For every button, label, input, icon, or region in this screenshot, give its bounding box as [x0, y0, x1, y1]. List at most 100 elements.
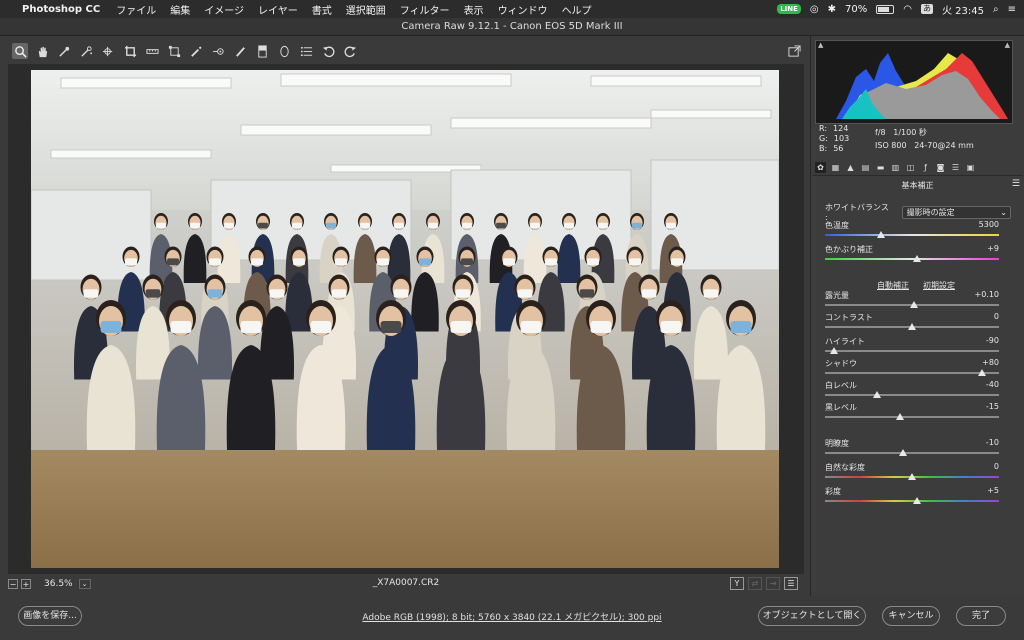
tab-presets-icon[interactable]: ☰	[950, 162, 961, 173]
radial-filter-icon[interactable]	[276, 43, 292, 59]
battery-percent[interactable]: 70%	[845, 4, 867, 15]
tab-snapshots-icon[interactable]: ▣	[965, 162, 976, 173]
slider-shadows[interactable]: シャドウ +80	[825, 358, 1011, 378]
slider-track-temp[interactable]	[825, 234, 999, 236]
swap-settings-icon[interactable]: ⇄	[748, 577, 762, 590]
shadow-clip-warning-icon[interactable]: ▲	[818, 41, 823, 49]
red-eye-tool-icon[interactable]	[210, 43, 226, 59]
slider-value-highlights[interactable]: -90	[986, 336, 999, 345]
clock[interactable]: 火 23:45	[942, 2, 984, 17]
slider-thumb-tint[interactable]	[913, 255, 922, 262]
slider-saturation[interactable]: 彩度 +5	[825, 486, 1011, 506]
app-menu[interactable]: Photoshop CC	[22, 4, 100, 15]
rotate-left-icon[interactable]	[320, 43, 336, 59]
spot-removal-tool-icon[interactable]	[188, 43, 204, 59]
targeted-adjustment-tool-icon[interactable]	[100, 43, 116, 59]
slider-thumb-blacks[interactable]	[895, 413, 904, 420]
rotate-right-icon[interactable]	[342, 43, 358, 59]
preferences-list-icon[interactable]	[298, 43, 314, 59]
slider-vibrance[interactable]: 自然な彩度 0	[825, 462, 1011, 482]
slider-track-highlights[interactable]	[825, 350, 999, 352]
panel-menu-icon[interactable]: ☰	[1012, 179, 1020, 189]
before-after-toggle-icon[interactable]: Y	[730, 577, 744, 590]
slider-track-saturation[interactable]	[825, 500, 999, 502]
slider-track-blacks[interactable]	[825, 416, 999, 418]
white-balance-tool-icon[interactable]	[56, 43, 72, 59]
done-button[interactable]: 完了	[956, 606, 1006, 626]
slider-contrast[interactable]: コントラスト 0	[825, 312, 1011, 332]
adjustment-brush-icon[interactable]	[232, 43, 248, 59]
slider-value-whites[interactable]: -40	[986, 380, 999, 389]
input-method-icon[interactable]: あ	[921, 4, 933, 14]
crop-tool-icon[interactable]	[122, 43, 138, 59]
slider-blacks[interactable]: 黒レベル -15	[825, 402, 1011, 422]
tab-basic-icon[interactable]: ✿	[815, 162, 826, 173]
graduated-filter-icon[interactable]	[254, 43, 270, 59]
slider-thumb-clarity[interactable]	[899, 449, 908, 456]
slider-value-temp[interactable]: 5300	[979, 220, 999, 229]
menu-image[interactable]: イメージ	[204, 2, 244, 17]
menu-list-icon[interactable]: ≡	[1008, 4, 1016, 15]
menu-filter[interactable]: フィルター	[400, 2, 450, 17]
copy-settings-icon[interactable]: ⇥	[766, 577, 780, 590]
tab-detail-icon[interactable]: ▲	[845, 162, 856, 173]
slider-value-vibrance[interactable]: 0	[994, 462, 999, 471]
tab-transform-icon[interactable]: ◫	[905, 162, 916, 173]
menu-help[interactable]: ヘルプ	[562, 2, 592, 17]
straighten-tool-icon[interactable]	[144, 43, 160, 59]
slider-exposure[interactable]: 露光量 +0.10	[825, 290, 1011, 310]
image-preview-area[interactable]	[8, 64, 804, 574]
fullscreen-toggle-icon[interactable]	[786, 43, 802, 59]
slider-value-shadows[interactable]: +80	[982, 358, 999, 367]
tab-effects-icon[interactable]: ƒ	[920, 162, 931, 173]
menu-view[interactable]: 表示	[464, 2, 484, 17]
tab-hsl-icon[interactable]: ▤	[860, 162, 871, 173]
line-app-icon[interactable]: LINE	[777, 4, 801, 14]
slider-thumb-exposure[interactable]	[909, 301, 918, 308]
slider-value-exposure[interactable]: +0.10	[974, 290, 999, 299]
histogram[interactable]: ▲ ▲	[815, 40, 1013, 124]
menu-select[interactable]: 選択範囲	[346, 2, 386, 17]
bluetooth-icon[interactable]: ✱	[828, 4, 836, 15]
slider-thumb-saturation[interactable]	[913, 497, 922, 504]
slider-temp[interactable]: 色温度 5300	[825, 220, 1011, 240]
menu-type[interactable]: 書式	[312, 2, 332, 17]
search-icon[interactable]: ⌕	[993, 4, 999, 15]
slider-tint[interactable]: 色かぶり補正 +9	[825, 244, 1011, 264]
slider-clarity[interactable]: 明瞭度 -10	[825, 438, 1011, 458]
default-link[interactable]: 初期設定	[923, 280, 955, 291]
hand-tool-icon[interactable]	[34, 43, 50, 59]
menu-edit[interactable]: 編集	[170, 2, 190, 17]
slider-whites[interactable]: 白レベル -40	[825, 380, 1011, 400]
auto-link[interactable]: 自動補正	[877, 280, 909, 291]
battery-icon[interactable]	[876, 4, 895, 14]
slider-track-clarity[interactable]	[825, 452, 999, 454]
cancel-button[interactable]: キャンセル	[882, 606, 940, 626]
menu-file[interactable]: ファイル	[116, 2, 156, 17]
slider-highlights[interactable]: ハイライト -90	[825, 336, 1011, 356]
slider-track-tint[interactable]	[825, 258, 999, 260]
slider-value-blacks[interactable]: -15	[986, 402, 999, 411]
slider-thumb-highlights[interactable]	[829, 347, 838, 354]
tab-tone-curve-icon[interactable]: ▦	[830, 162, 841, 173]
slider-value-contrast[interactable]: 0	[994, 312, 999, 321]
slider-value-tint[interactable]: +9	[987, 244, 999, 253]
slider-thumb-contrast[interactable]	[908, 323, 916, 330]
workflow-options-link[interactable]: Adobe RGB (1998); 8 bit; 5760 x 3840 (22…	[0, 610, 1024, 623]
slider-value-saturation[interactable]: +5	[987, 486, 999, 495]
tab-lens-icon[interactable]: ▥	[890, 162, 901, 173]
menu-window[interactable]: ウィンドウ	[498, 2, 548, 17]
zoom-tool-icon[interactable]	[12, 43, 28, 59]
sync-icon[interactable]: ◎	[810, 4, 819, 15]
transform-tool-icon[interactable]	[166, 43, 182, 59]
photo-preview[interactable]	[31, 70, 779, 568]
tab-split-toning-icon[interactable]: ▬	[875, 162, 886, 173]
slider-value-clarity[interactable]: -10	[986, 438, 999, 447]
menu-layer[interactable]: レイヤー	[258, 2, 298, 17]
slider-thumb-vibrance[interactable]	[908, 473, 916, 480]
slider-track-shadows[interactable]	[825, 372, 999, 374]
white-balance-select[interactable]: 撮影時の設定 ⌄	[901, 205, 1011, 219]
slider-thumb-whites[interactable]	[873, 391, 882, 398]
slider-track-whites[interactable]	[825, 394, 999, 396]
wifi-icon[interactable]: ◠	[903, 4, 912, 15]
